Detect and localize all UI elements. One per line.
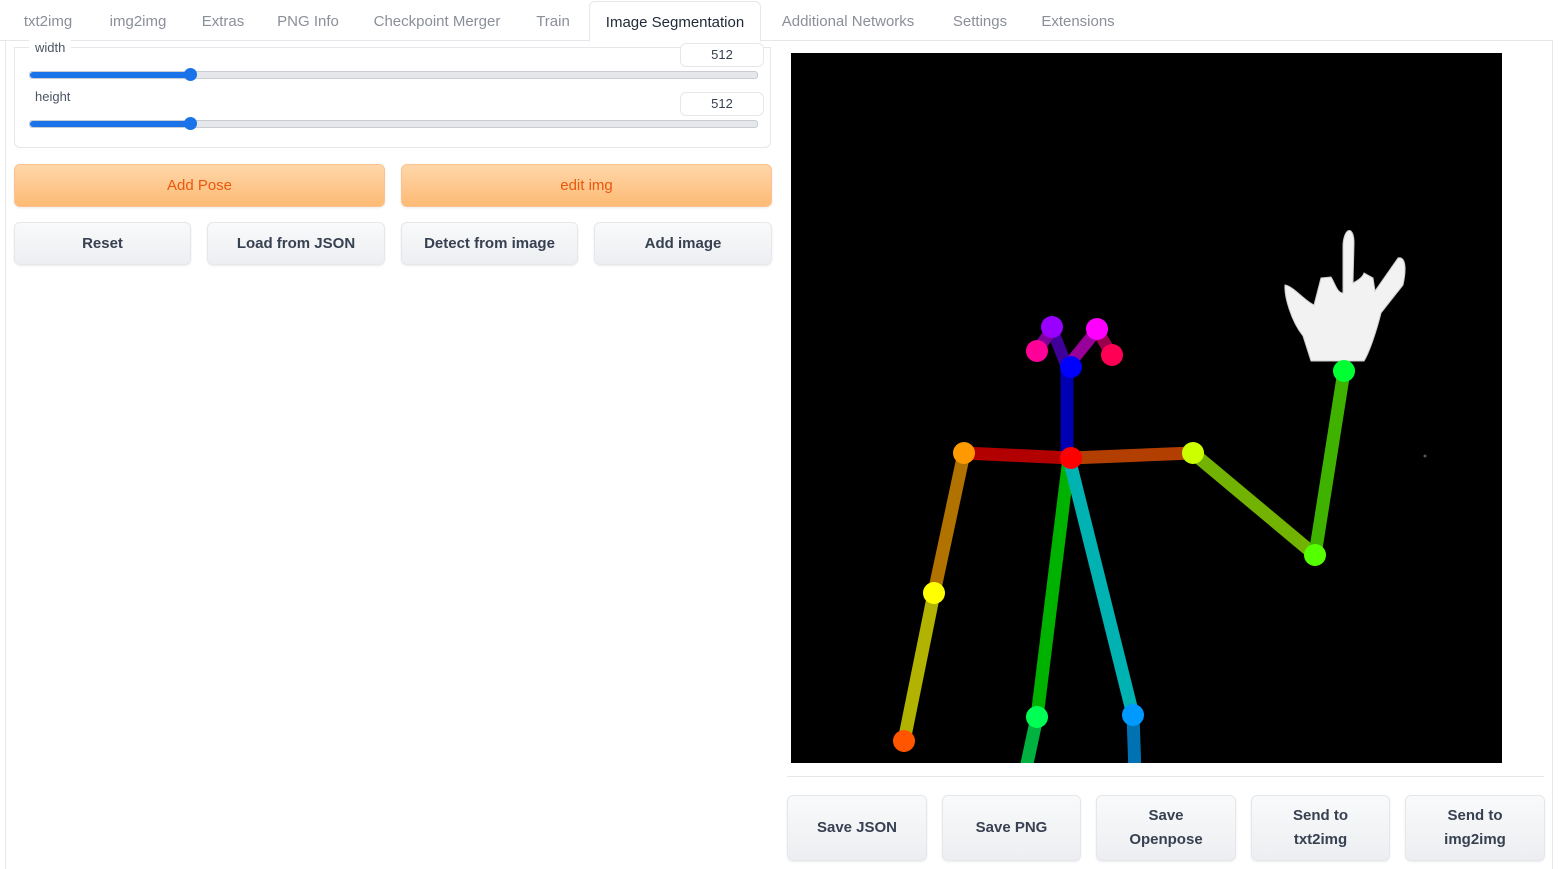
hand-mesh [1284,230,1406,362]
left-upper-arm-bone [1186,446,1322,562]
save-openpose-button[interactable]: Save Openpose [1096,795,1236,861]
width-label: width [29,40,72,55]
right-shoulder-bone [957,446,1078,465]
send-to-img2img-line1: Send to [1447,807,1503,824]
right-elbow-joint[interactable] [923,582,945,604]
save-openpose-line2: Openpose [1129,831,1203,848]
left-shoulder-bone [1064,446,1200,465]
tab-settings[interactable]: Settings [940,0,1020,40]
edit-img-button[interactable]: edit img [401,164,772,207]
right-ear-joint[interactable] [1026,340,1048,362]
left-ear-joint[interactable] [1101,344,1123,366]
detect-from-image-button[interactable]: Detect from image [401,222,578,265]
panel-border-right [1552,40,1553,869]
right-thigh-bone [1030,451,1076,724]
width-slider[interactable] [29,68,758,81]
right-eye-joint[interactable] [1041,316,1063,338]
width-slider-fill [30,72,190,78]
neck-joint[interactable] [1060,447,1082,469]
right-forearm-bone [897,586,941,748]
height-slider-handle[interactable] [183,117,197,130]
tab-txt2img[interactable]: txt2img [8,0,88,40]
send-to-img2img-button[interactable]: Send to img2img [1405,795,1545,861]
send-to-txt2img-line2: txt2img [1293,831,1348,848]
height-slider[interactable] [29,117,758,130]
size-slider-group: width 512 height 512 [14,40,771,148]
add-pose-button[interactable]: Add Pose [14,164,385,207]
left-forearm-bone [1308,364,1351,562]
height-slider-fill [30,121,190,127]
pose-canvas[interactable] [791,53,1502,763]
left-wrist-joint[interactable] [1333,360,1355,382]
tab-bar: txt2img img2img Extras PNG Info Checkpoi… [0,0,1553,42]
left-knee-joint[interactable] [1122,704,1144,726]
tab-checkpoint-merger[interactable]: Checkpoint Merger [360,0,514,40]
tab-img2img[interactable]: img2img [96,0,180,40]
load-from-json-button[interactable]: Load from JSON [207,222,385,265]
height-number-input[interactable]: 512 [680,92,764,116]
left-eye-joint[interactable] [1086,318,1108,340]
send-to-txt2img-line1: Send to [1293,807,1348,824]
width-slider-handle[interactable] [183,68,197,81]
left-shoulder-joint[interactable] [1182,442,1204,464]
save-png-button[interactable]: Save PNG [942,795,1081,861]
right-wrist-joint[interactable] [893,730,915,752]
left-thigh-bone [1062,451,1140,722]
height-label: height [29,89,77,104]
right-shoulder-joint[interactable] [953,442,975,464]
send-to-txt2img-button[interactable]: Send to txt2img [1251,795,1390,861]
tab-additional-networks[interactable]: Additional Networks [766,0,930,40]
save-json-button[interactable]: Save JSON [787,795,927,861]
pose-skeleton[interactable] [791,53,1502,763]
reset-button[interactable]: Reset [14,222,191,265]
right-upper-arm-bone [927,446,971,600]
save-openpose-line1: Save [1148,807,1184,824]
canvas-divider [787,776,1544,777]
tab-image-segmentation[interactable]: Image Segmentation [589,1,761,42]
send-to-img2img-line2: img2img [1444,831,1506,848]
right-knee-joint[interactable] [1026,706,1048,728]
tab-png-info[interactable]: PNG Info [266,0,350,40]
add-image-button[interactable]: Add image [594,222,772,265]
panel-border-left [5,40,6,869]
tab-extensions[interactable]: Extensions [1030,0,1126,40]
stray-point [1423,454,1427,458]
tab-train[interactable]: Train [522,0,584,40]
group-border-top [15,47,770,48]
tab-extras[interactable]: Extras [190,0,256,40]
width-number-input[interactable]: 512 [680,43,764,67]
nose-joint[interactable] [1060,356,1082,378]
left-elbow-joint[interactable] [1304,544,1326,566]
